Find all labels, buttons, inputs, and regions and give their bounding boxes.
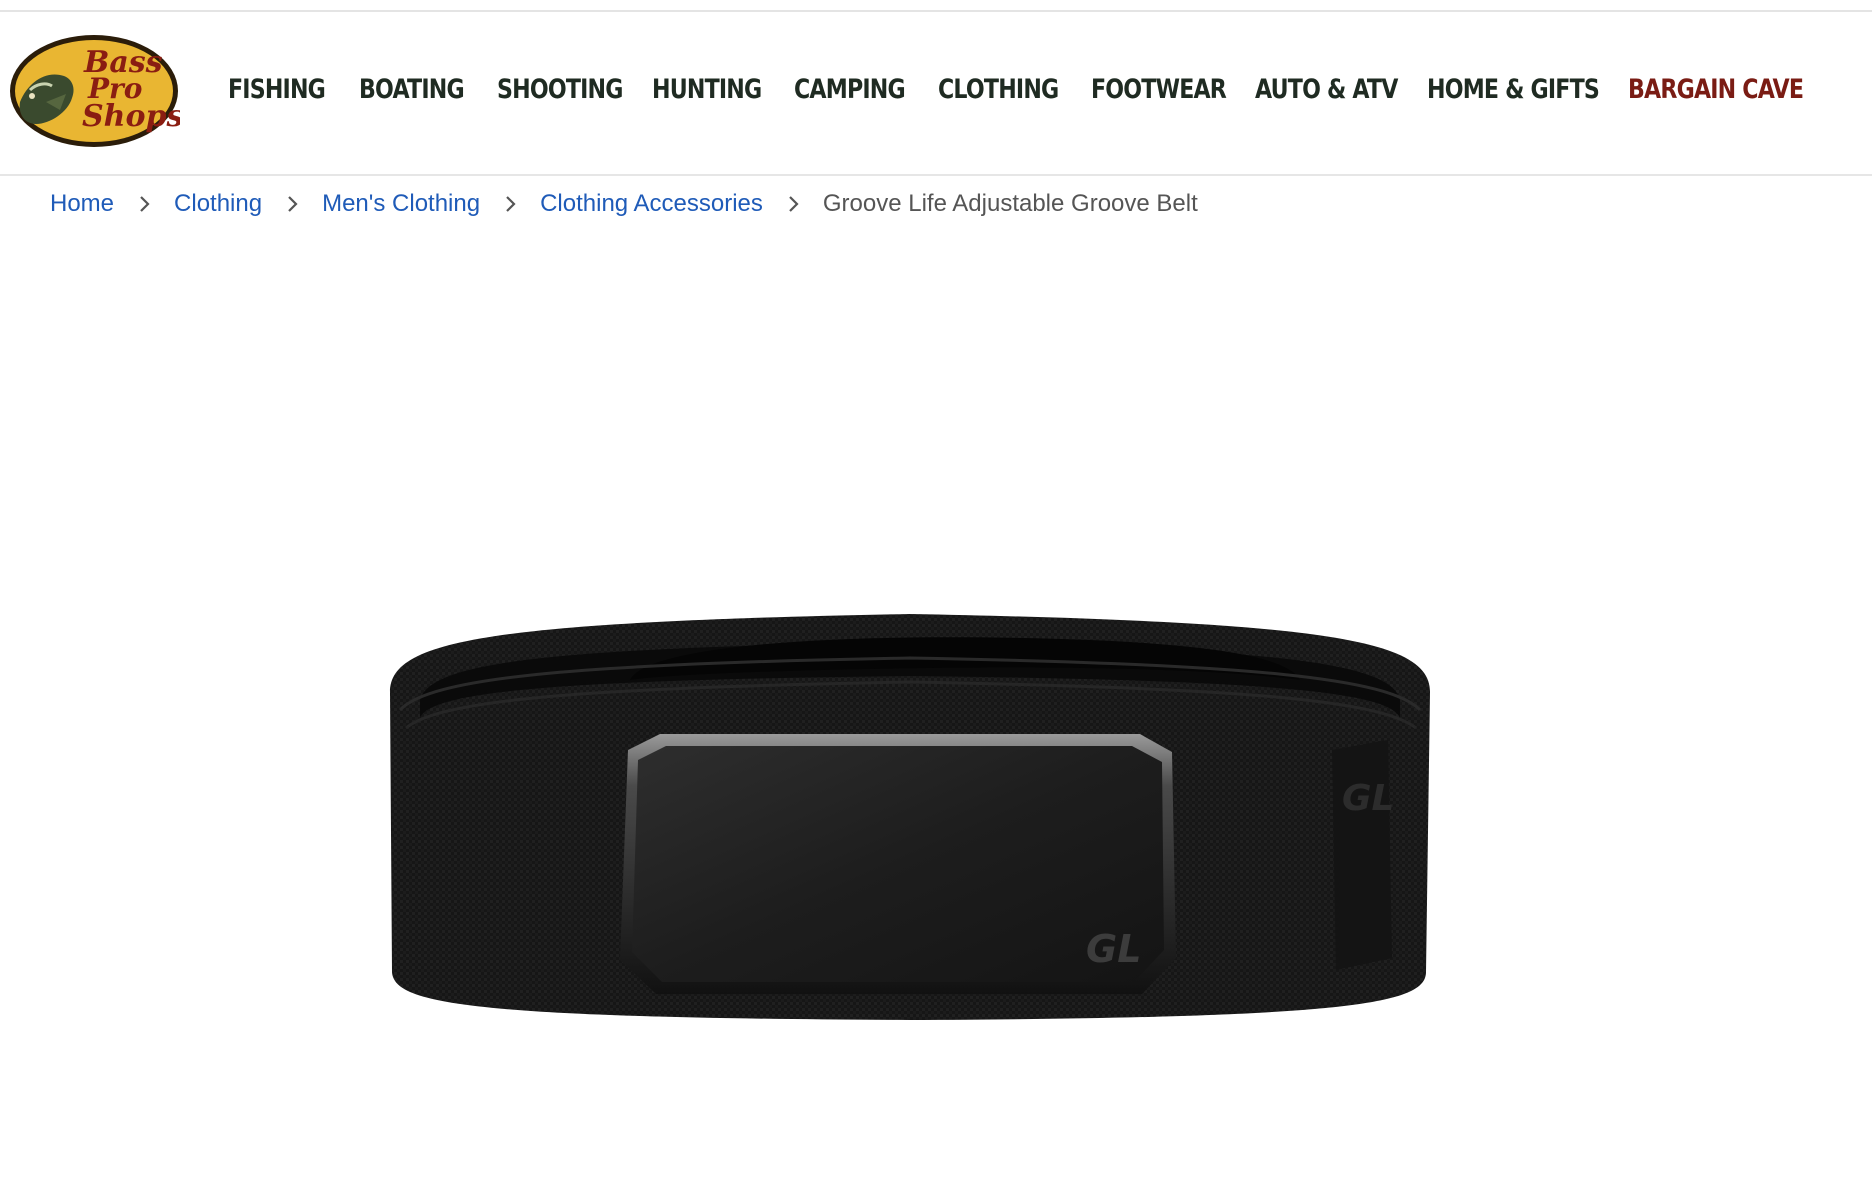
- nav-shooting[interactable]: SHOOTING: [497, 74, 623, 105]
- site-header: Bass Pro Shops FISHING BOATING SHOOTING …: [0, 12, 1872, 176]
- nav-clothing[interactable]: CLOTHING: [938, 74, 1059, 105]
- svg-text:Shops: Shops: [82, 99, 180, 134]
- nav-camping[interactable]: CAMPING: [794, 74, 906, 105]
- nav-auto-atv[interactable]: AUTO & ATV: [1255, 74, 1398, 105]
- nav-home-gifts[interactable]: HOME & GIFTS: [1427, 74, 1600, 105]
- chevron-right-icon: [781, 192, 805, 216]
- breadcrumb: Home Clothing Men's Clothing Clothing Ac…: [50, 190, 1198, 218]
- breadcrumb-clothing[interactable]: Clothing: [174, 190, 262, 218]
- nav-boating[interactable]: BOATING: [359, 74, 465, 105]
- nav-fishing[interactable]: FISHING: [228, 74, 326, 105]
- buckle-gl-mark: GL: [1086, 927, 1141, 971]
- nav-hunting[interactable]: HUNTING: [652, 74, 762, 105]
- nav-bargain-cave[interactable]: BARGAIN CAVE: [1628, 74, 1804, 105]
- breadcrumb-current: Groove Life Adjustable Groove Belt: [822, 190, 1198, 217]
- breadcrumb-home[interactable]: Home: [50, 190, 114, 218]
- bass-pro-shops-logo[interactable]: Bass Pro Shops: [6, 32, 183, 150]
- breadcrumb-mens-clothing[interactable]: Men's Clothing: [322, 190, 480, 218]
- belt-product-image[interactable]: GL GL: [370, 600, 1450, 1120]
- chevron-right-icon: [280, 192, 304, 216]
- chevron-right-icon: [132, 192, 156, 216]
- keeper-gl-mark: GL: [1342, 778, 1395, 819]
- nav-footwear[interactable]: FOOTWEAR: [1091, 74, 1227, 105]
- chevron-right-icon: [498, 192, 522, 216]
- breadcrumb-clothing-accessories[interactable]: Clothing Accessories: [540, 190, 763, 218]
